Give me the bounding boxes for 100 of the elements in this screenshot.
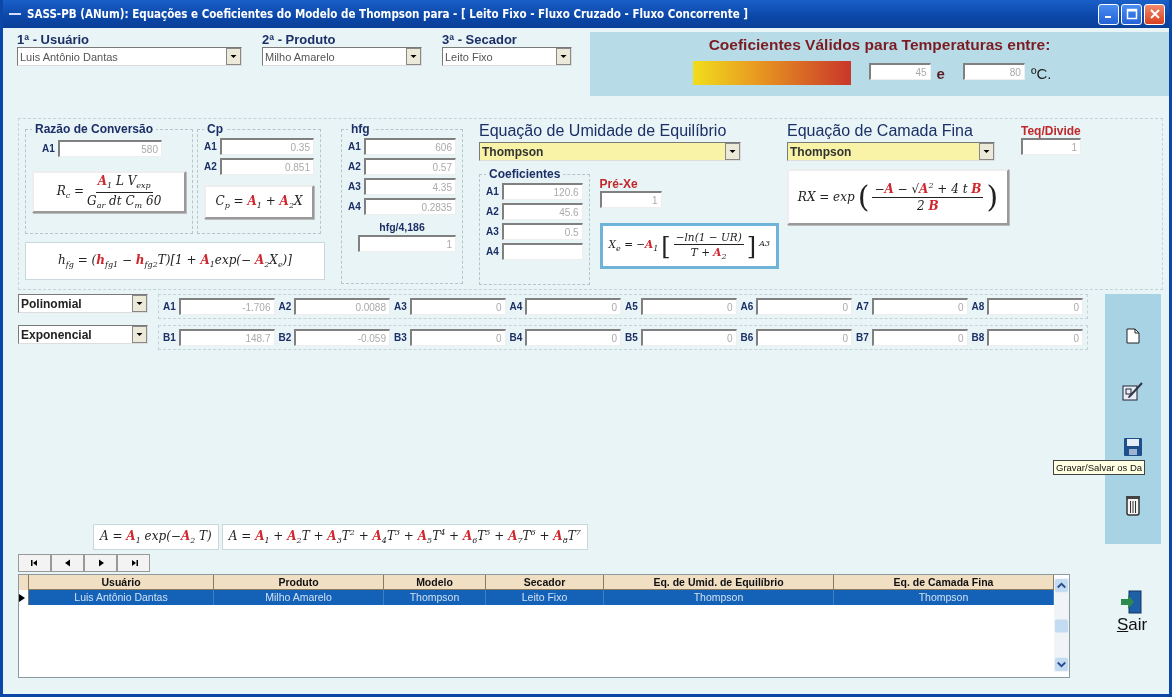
number-field[interactable]: -0.059 [294, 329, 390, 346]
row-pointer-icon [19, 593, 25, 602]
new-document-icon[interactable] [1126, 328, 1140, 345]
field-label: A2 [348, 161, 361, 172]
field-label: B5 [625, 332, 638, 343]
number-field[interactable]: 606 [363, 138, 456, 155]
save-icon[interactable] [1123, 437, 1143, 458]
formula: R$_{c}$ = A$_{1}$ L V$_{exp}$ G$_{ar}$ dt C$_{m}$ 60 [32, 171, 186, 213]
field-label: A5 [625, 301, 638, 312]
number-field[interactable]: 4.35 [363, 178, 456, 195]
field-label: Pré-Xe [599, 177, 639, 191]
table-cell: Luis Antônio Dantas [29, 590, 214, 605]
number-field[interactable]: 80 [962, 63, 1025, 80]
number-field[interactable]: 45.6 [501, 203, 583, 220]
number-field[interactable]: 0 [756, 298, 852, 315]
group-title: Cp [206, 122, 224, 136]
field-label: B8 [971, 332, 985, 343]
vertical-scrollbar[interactable] [1054, 575, 1069, 675]
last-record-button[interactable] [117, 554, 150, 572]
field-label: A7 [856, 301, 869, 312]
number-field[interactable]: 0 [409, 329, 506, 346]
field-label: B4 [509, 332, 523, 343]
table-cell: Leito Fixo [486, 590, 604, 605]
number-field[interactable]: 0 [987, 329, 1083, 346]
number-field[interactable]: 0.5 [501, 223, 583, 240]
group-title: hfg [350, 122, 371, 136]
number-field[interactable]: 0 [871, 329, 968, 346]
field-label: B6 [740, 332, 754, 343]
dropdown[interactable]: Milho Amarelo [262, 47, 422, 66]
field-label: B3 [394, 332, 407, 343]
number-field[interactable]: 0 [525, 329, 621, 346]
number-field[interactable]: 0.35 [219, 138, 314, 155]
table-row[interactable]: Luis Antônio Dantas Milho Amarelo Thompson Leito Fixo Thompson Thompson [19, 590, 1054, 605]
number-field[interactable]: 1 [1021, 138, 1081, 155]
field-label: A3 [394, 301, 407, 312]
number-field[interactable]: 0 [640, 329, 737, 346]
field-label: Teq/Divide [1021, 124, 1081, 138]
field-label: A1 [42, 143, 55, 154]
close-button[interactable] [1144, 3, 1165, 25]
formula: A = A$_{1}$ exp(−A$_{2}$ T) [93, 524, 219, 550]
number-field[interactable]: 0.57 [363, 158, 456, 175]
first-record-button[interactable] [18, 554, 51, 572]
table-cell: Thompson [604, 590, 834, 605]
field-label: A4 [486, 246, 499, 257]
field-label: A1 [163, 301, 176, 312]
next-record-button[interactable] [84, 554, 117, 572]
number-field[interactable]: 0.0088 [294, 298, 390, 315]
table-cell: Milho Amarelo [214, 590, 384, 605]
minimize-button[interactable] [1098, 3, 1119, 25]
group-title: Coeficientes [488, 167, 562, 181]
number-field[interactable]: 0 [525, 298, 621, 315]
field-label: B1 [163, 332, 176, 343]
number-field[interactable]: 0 [409, 298, 506, 315]
section-title: Equação de Camada Fina [787, 122, 974, 140]
dropdown[interactable]: Polinomial [18, 294, 148, 313]
dropdown[interactable]: Leito Fixo [442, 47, 572, 66]
maximize-icon[interactable] [1125, 8, 1138, 20]
edit-icon[interactable] [1122, 380, 1144, 401]
number-field[interactable]: 0 [987, 298, 1083, 315]
field-label: A2 [204, 161, 217, 172]
number-field[interactable]: 148.7 [178, 329, 275, 346]
section-title: Equação de Umidade de Equilíbrio [479, 122, 728, 140]
table-cell: Thompson [384, 590, 486, 605]
dropdown[interactable]: Exponencial [18, 325, 148, 344]
trash-icon[interactable] [1125, 493, 1141, 516]
field-label: 1ª - Usuário [17, 33, 90, 47]
number-field[interactable]: 580 [57, 140, 162, 157]
exit-button[interactable]: Sair [1102, 589, 1162, 649]
field-label: A4 [348, 201, 361, 212]
number-field[interactable]: 0 [756, 329, 852, 346]
number-field[interactable]: 0.2835 [363, 198, 456, 215]
field-label: A2 [278, 301, 292, 312]
separator-label: e [936, 64, 945, 82]
field-label: A1 [204, 141, 217, 152]
number-field[interactable] [501, 243, 583, 260]
dropdown[interactable]: Thompson [479, 142, 741, 161]
number-field[interactable]: 1 [358, 235, 456, 252]
first-record-icon[interactable] [29, 559, 40, 567]
close-icon[interactable] [1148, 8, 1161, 20]
exit-door-icon[interactable] [1119, 589, 1145, 615]
group-title: Razão de Conversão [34, 122, 155, 136]
number-field[interactable]: 0 [871, 298, 968, 315]
field-label: A8 [971, 301, 985, 312]
field-label: A1 [486, 186, 499, 197]
number-field[interactable]: 0.851 [219, 158, 314, 175]
number-field[interactable]: 45 [868, 63, 931, 80]
maximize-button[interactable] [1121, 3, 1142, 25]
dropdown[interactable]: Thompson [787, 142, 995, 161]
number-field[interactable]: 1 [599, 191, 662, 208]
panel-title: Coeficientes Válidos para Temperaturas entre: [708, 36, 1051, 54]
previous-record-button[interactable] [51, 554, 84, 572]
number-field[interactable]: 0 [640, 298, 737, 315]
field-label: B7 [856, 332, 869, 343]
number-field[interactable]: -1.706 [178, 298, 275, 315]
field-label: A1 [348, 141, 361, 152]
formula: h$_{fg}$ = (h$_{fg1}$ − h$_{fg2}$T)[1 + A$_{1}$exp(− A$_{2}$X$_{e}$)] [25, 242, 325, 280]
field-label: A3 [486, 226, 499, 237]
window-title: SASS-PB (ANum): Equações e Coeficientes do Modelo de Thompson para - [ Leito Fixo - Fluxo Cruzado - Fluxo Concorrente ] [27, 7, 749, 21]
dropdown[interactable]: Luis Antônio Dantas [17, 47, 242, 66]
number-field[interactable]: 120.6 [501, 183, 583, 200]
